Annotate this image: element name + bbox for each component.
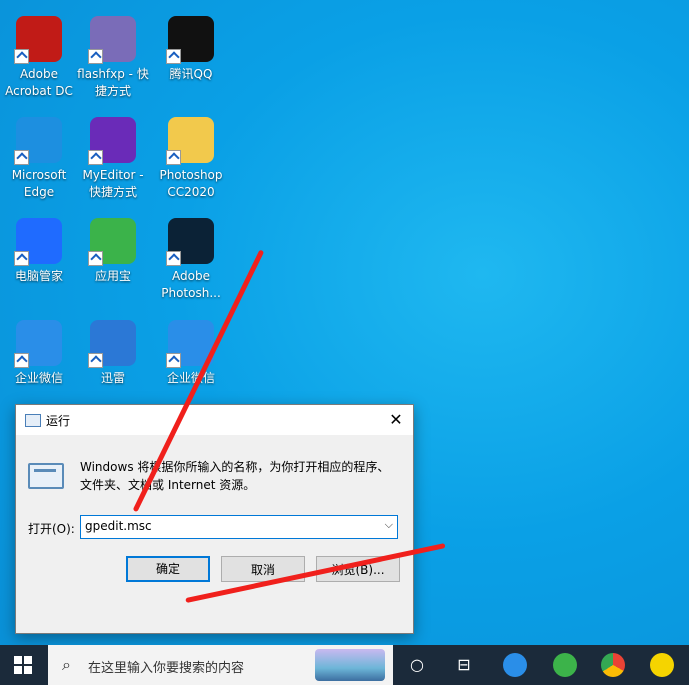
shortcut-arrow-icon <box>166 251 181 266</box>
desktop-icon-myeditor[interactable]: MyEditor - 快捷方式 <box>76 117 150 201</box>
open-label: 打开(O): <box>28 522 75 536</box>
photoshop-icon <box>166 218 214 266</box>
shortcut-arrow-icon <box>14 251 29 266</box>
taskbar-search-box[interactable]: ⌕ 在这里输入你要搜索的内容 <box>48 645 393 685</box>
cortana-icon[interactable]: ○ <box>405 653 429 677</box>
myeditor-taskbar-icon[interactable] <box>650 653 674 677</box>
desktop-icon-wecom2[interactable]: 企业微信 <box>154 320 228 387</box>
desktop-icon-pc-manager[interactable]: 电脑管家 <box>2 218 76 285</box>
desktop-icon-wecom[interactable]: 企业微信 <box>2 320 76 387</box>
flashfxp-icon <box>88 16 136 64</box>
myeditor-icon <box>88 117 136 165</box>
shortcut-arrow-icon <box>166 49 181 64</box>
desktop-icon-label: MyEditor - 快捷方式 <box>82 168 144 199</box>
desktop-icon-photoshop-folder[interactable]: Photoshop CC2020 <box>154 117 228 201</box>
desktop-icon-label: 电脑管家 <box>14 269 63 283</box>
qq-icon <box>166 16 214 64</box>
desktop-icon-label: Adobe Photosh... <box>161 269 221 300</box>
desktop-icon-label: Photoshop CC2020 <box>159 168 223 199</box>
task-view-icon[interactable]: ⊟ <box>452 653 476 677</box>
shortcut-arrow-icon <box>88 353 103 368</box>
desktop-icon-adobe-acrobat[interactable]: Adobe Acrobat DC <box>2 16 76 100</box>
desktop-icon-label: flashfxp - 快 捷方式 <box>77 67 149 98</box>
desktop-icon-label: 迅雷 <box>100 371 125 385</box>
run-dialog: 运行 ✕ Windows 将根据你所输入的名称，为你打开相应的程序、文件夹、文档… <box>15 404 414 634</box>
open-combobox[interactable]: gpedit.msc ⌵ <box>80 515 398 539</box>
desktop-icon-photoshop[interactable]: Adobe Photosh... <box>154 218 228 302</box>
windows-start-icon[interactable] <box>14 656 32 674</box>
desktop-icon-edge[interactable]: Microsoft Edge <box>2 117 76 201</box>
shortcut-arrow-icon <box>88 150 103 165</box>
desktop-icon-label: 企业微信 <box>14 371 63 385</box>
run-program-icon <box>28 463 64 489</box>
dialog-titlebar: 运行 ✕ <box>16 405 413 435</box>
search-icon: ⌕ <box>62 655 71 674</box>
ok-button[interactable]: 确定 <box>126 556 210 582</box>
shortcut-arrow-icon <box>166 150 181 165</box>
pc-manager-icon <box>14 218 62 266</box>
desktop-icon-qq[interactable]: 腾讯QQ <box>154 16 228 83</box>
desktop-icon-xunlei[interactable]: 迅雷 <box>76 320 150 387</box>
open-input-value[interactable]: gpedit.msc <box>85 519 152 533</box>
desktop-icon-flashfxp[interactable]: flashfxp - 快 捷方式 <box>76 16 150 100</box>
dialog-description: Windows 将根据你所输入的名称，为你打开相应的程序、文件夹、文档或 Int… <box>80 460 390 492</box>
shortcut-arrow-icon <box>88 49 103 64</box>
desktop-icon-label: 应用宝 <box>94 269 131 283</box>
run-title-icon <box>25 414 41 427</box>
search-highlight-image <box>315 649 385 681</box>
xunlei-icon <box>88 320 136 368</box>
desktop-icon-label: Adobe Acrobat DC <box>5 67 73 98</box>
desktop-icon-label: 腾讯QQ <box>169 67 213 81</box>
chrome-taskbar-icon[interactable] <box>601 653 625 677</box>
shortcut-arrow-icon <box>14 49 29 64</box>
edge-icon <box>14 117 62 165</box>
adobe-acrobat-icon <box>14 16 62 64</box>
wechat-taskbar-icon[interactable] <box>553 653 577 677</box>
photoshop-folder-icon <box>166 117 214 165</box>
wecom-taskbar-icon[interactable] <box>503 653 527 677</box>
desktop-icon-label: 企业微信 <box>166 371 215 385</box>
search-placeholder: 在这里输入你要搜索的内容 <box>88 661 245 676</box>
shortcut-arrow-icon <box>14 150 29 165</box>
desktop-icon-yingyongbao[interactable]: 应用宝 <box>76 218 150 285</box>
chevron-down-icon[interactable]: ⌵ <box>385 518 393 532</box>
taskbar: ⌕ 在这里输入你要搜索的内容 ○ ⊟ <box>0 645 689 685</box>
shortcut-arrow-icon <box>166 353 181 368</box>
shortcut-arrow-icon <box>14 353 29 368</box>
desktop-icon-label: Microsoft Edge <box>11 168 67 199</box>
wecom-icon <box>14 320 62 368</box>
dialog-title: 运行 <box>46 414 71 428</box>
yingyongbao-icon <box>88 218 136 266</box>
close-icon[interactable]: ✕ <box>383 407 409 433</box>
shortcut-arrow-icon <box>88 251 103 266</box>
